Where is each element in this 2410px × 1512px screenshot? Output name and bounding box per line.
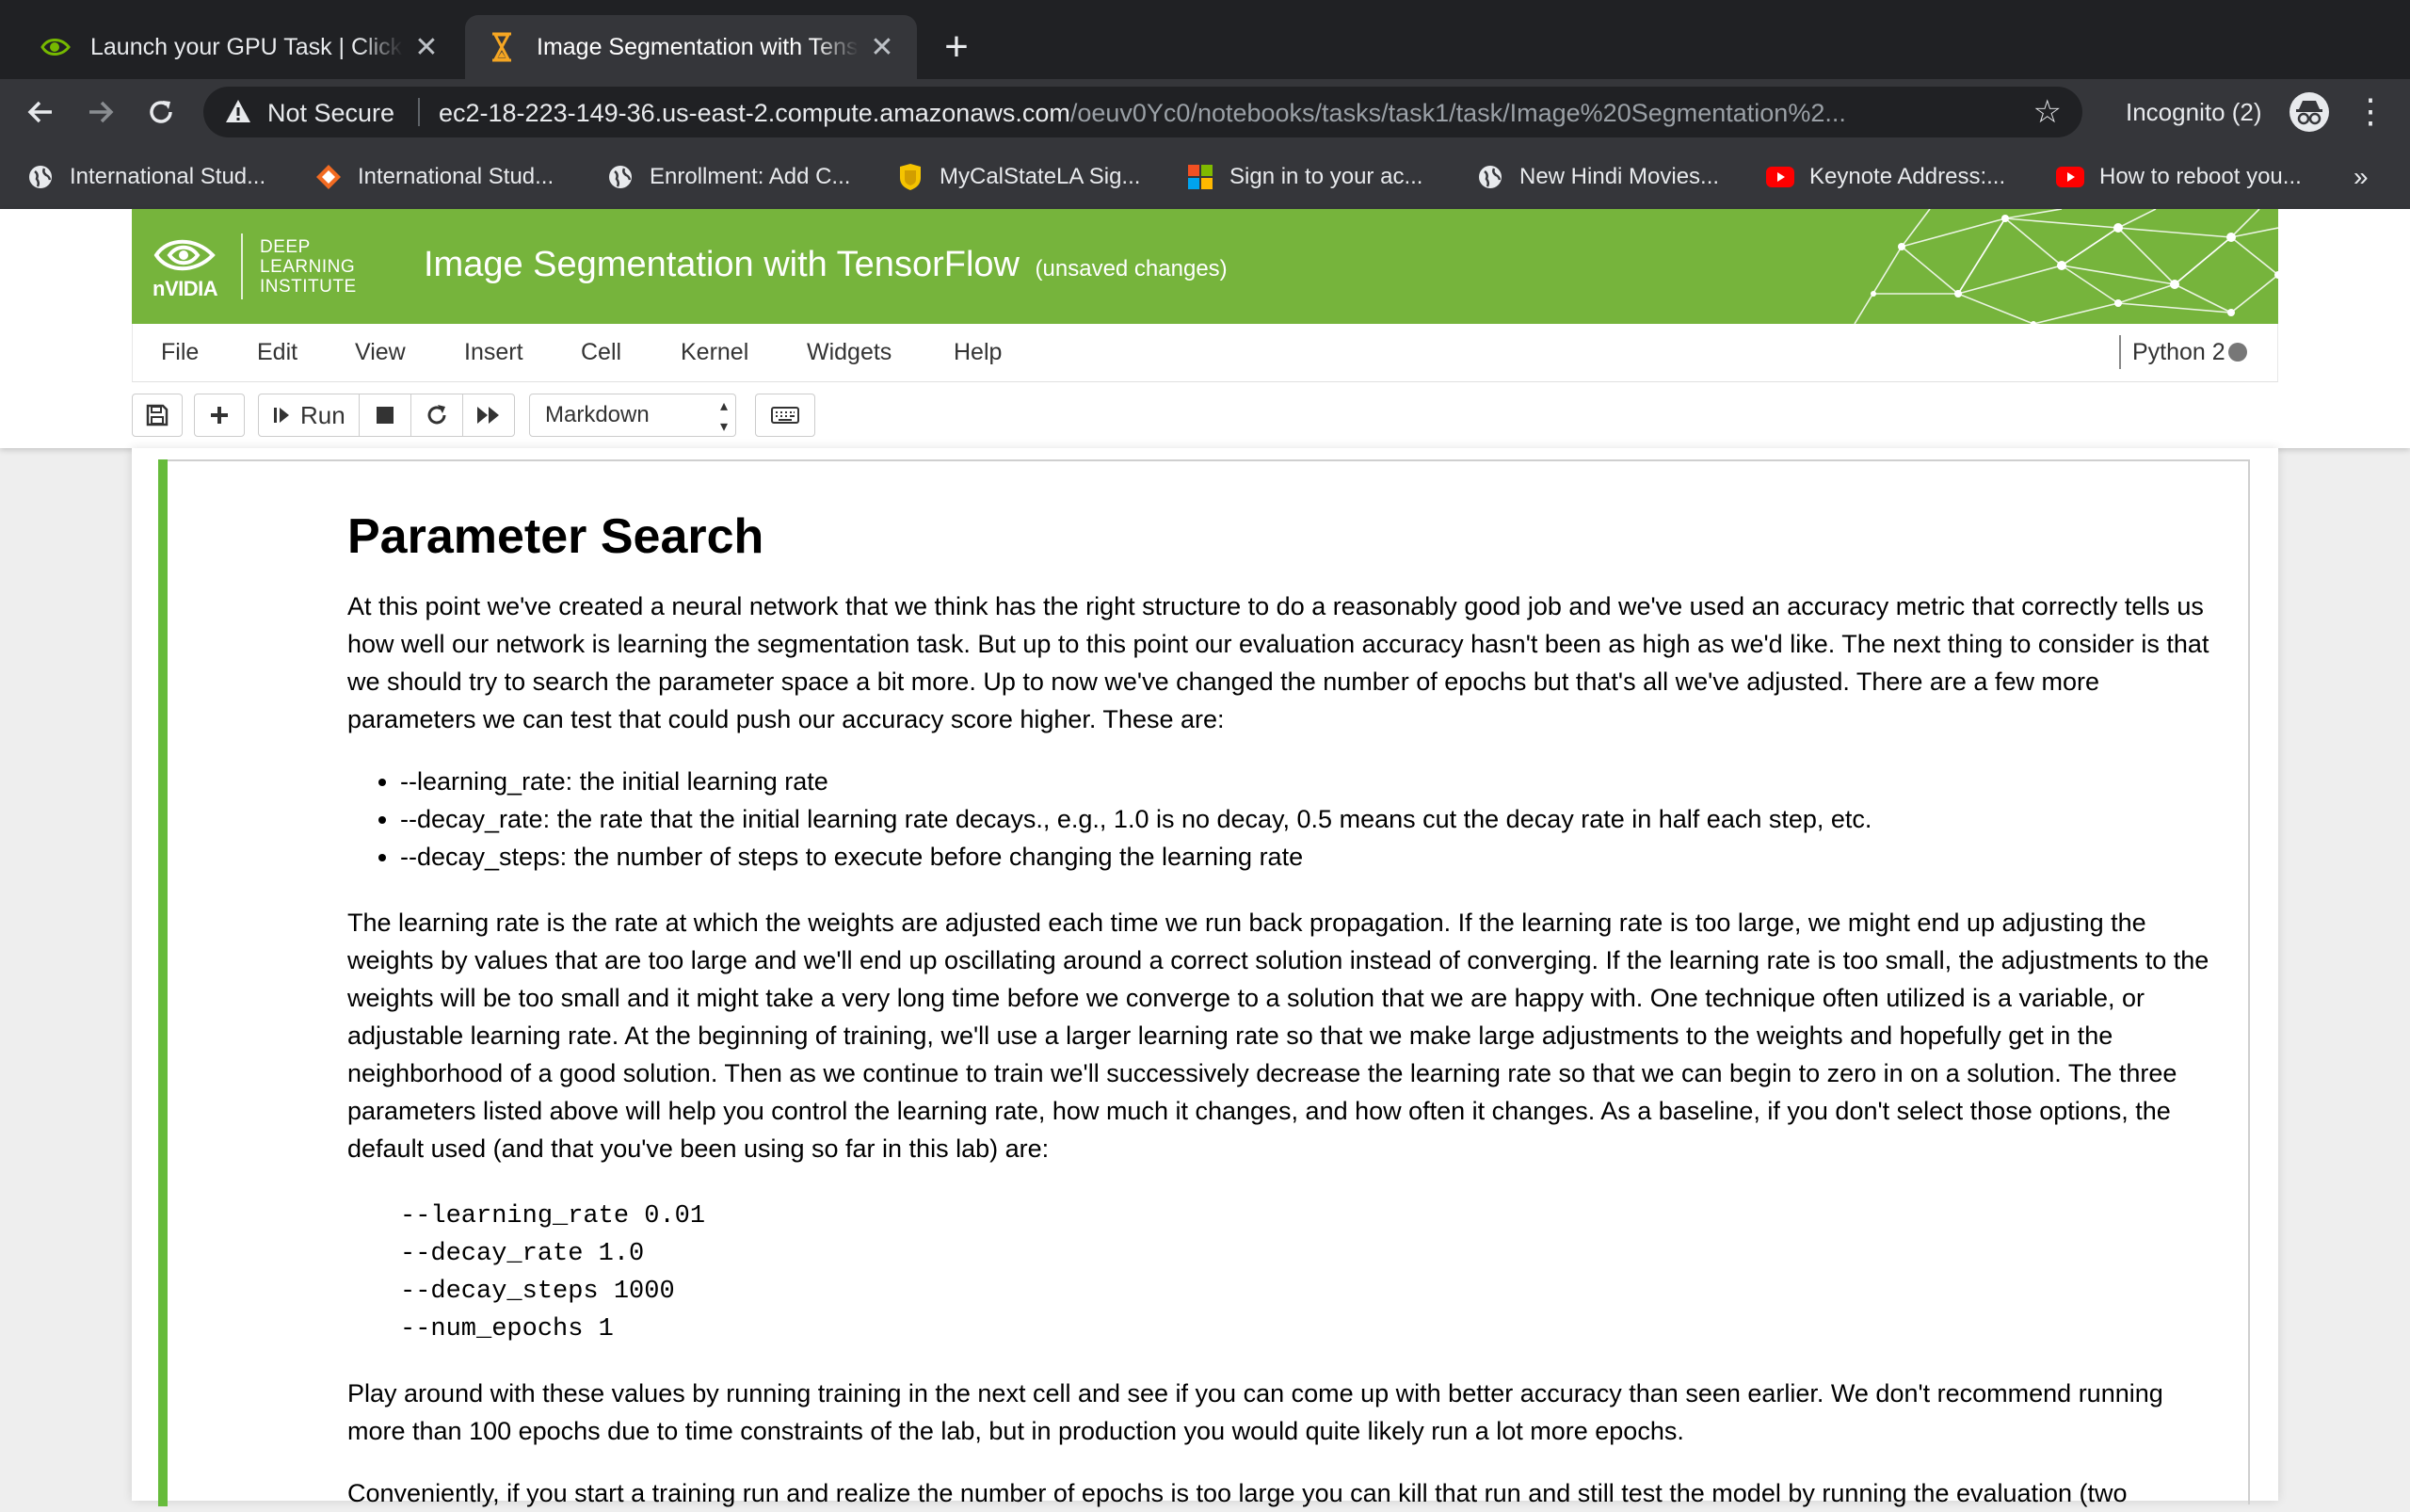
cell-type-value: Markdown [545, 402, 650, 427]
bookmark-item[interactable]: Keynote Address:... [1766, 158, 2005, 196]
forward-arrow-icon[interactable] [79, 90, 122, 134]
menu-file[interactable]: File [161, 339, 199, 366]
menu-widgets[interactable]: Widgets [807, 339, 892, 366]
new-tab-plus-icon[interactable]: + [938, 23, 975, 72]
restart-icon [427, 405, 446, 425]
youtube-icon [2056, 163, 2084, 191]
url-text[interactable]: ec2-18-223-149-36.us-east-2.compute.amaz… [439, 99, 2001, 128]
bookmarks-bar: International Stud... International Stud… [0, 145, 2410, 210]
code-block: --learning_rate 0.01 --decay_rate 1.0 --… [400, 1198, 705, 1348]
hourglass-icon [486, 31, 518, 63]
bookmark-item[interactable]: Enrollment: Add C... [606, 158, 850, 196]
menu-cell[interactable]: Cell [581, 339, 621, 366]
code-line: --decay_steps 1000 [400, 1278, 675, 1306]
insert-cell-button[interactable] [194, 394, 245, 437]
network-graphic [1854, 209, 2278, 324]
fast-forward-icon [477, 407, 499, 424]
paragraph-intro: At this point we've created a neural net… [347, 592, 2209, 733]
kernel-name[interactable]: Python 2 [2119, 335, 2225, 369]
keyboard-icon [771, 407, 799, 424]
bookmark-item[interactable]: How to reboot you... [2056, 158, 2302, 196]
paragraph-play-around: Play around with these values by running… [347, 1379, 2163, 1445]
nvidia-wordmark: nVIDIA [153, 277, 218, 300]
kernel-status-icon [2228, 343, 2247, 362]
tab-title: Image Segmentation with Tens [537, 33, 859, 60]
floppy-disk-icon [146, 404, 169, 426]
nvidia-icon [40, 31, 72, 63]
notebook-title[interactable]: Image Segmentation with TensorFlow (unsa… [424, 245, 1228, 285]
bookmark-item[interactable]: International Stud... [314, 158, 554, 196]
back-arrow-icon[interactable] [19, 90, 62, 134]
address-bar[interactable]: Not Secure ec2-18-223-149-36.us-east-2.c… [203, 87, 2082, 137]
tab-launch-gpu-task[interactable]: Launch your GPU Task | Click h ✕ [19, 15, 461, 79]
paragraph-conveniently: Conveniently, if you start a training ru… [347, 1479, 2128, 1507]
command-palette-button[interactable] [755, 394, 815, 437]
run-button[interactable]: Run [258, 394, 360, 437]
browser-menu-kebab-icon[interactable]: ⋮ [2354, 90, 2387, 132]
notebook-name: Image Segmentation with TensorFlow [424, 245, 1020, 284]
list-item: --learning_rate: the initial learning ra… [400, 763, 1872, 800]
nvidia-dli-banner: nVIDIA DEEP LEARNING INSTITUTE Image Seg… [132, 209, 2278, 324]
menu-insert[interactable]: Insert [464, 339, 523, 366]
incognito-icon[interactable] [2290, 92, 2329, 132]
reload-icon[interactable] [139, 90, 183, 134]
diamond-logo-icon [314, 163, 343, 191]
microsoft-icon [1186, 163, 1214, 191]
browser-toolbar: Not Secure ec2-18-223-149-36.us-east-2.c… [0, 79, 2410, 145]
bookmark-item[interactable]: MyCalStateLA Sig... [896, 158, 1140, 196]
browser-tab-strip: Launch your GPU Task | Click h ✕ Image S… [0, 0, 2410, 79]
bookmarks-overflow-chevron-icon[interactable]: » [2354, 162, 2369, 192]
list-item: --decay_rate: the rate that the initial … [400, 800, 1872, 838]
jupyter-toolbar: Run Markdown ▴ ▾ [132, 390, 2278, 441]
globe-icon [1476, 163, 1504, 191]
code-line: --num_epochs 1 [400, 1315, 614, 1343]
run-label: Run [300, 400, 345, 429]
omnibox-divider [418, 98, 420, 126]
interrupt-kernel-button[interactable] [359, 394, 411, 437]
parameter-list: --learning_rate: the initial learning ra… [347, 763, 1872, 876]
url-path: /oeuv0Yc0/notebooks/tasks/task1/task/Ima… [1069, 99, 1846, 127]
paragraph-learning-rate: The learning rate is the rate at which t… [347, 909, 2209, 1163]
globe-icon [26, 163, 55, 191]
bookmark-item[interactable]: New Hindi Movies... [1476, 158, 1719, 196]
menu-kernel[interactable]: Kernel [681, 339, 748, 366]
url-host: ec2-18-223-149-36.us-east-2.compute.amaz… [439, 99, 1070, 127]
step-forward-icon [274, 408, 289, 423]
menu-view[interactable]: View [355, 339, 406, 366]
close-tab-icon[interactable]: ✕ [868, 31, 896, 64]
unsaved-indicator: (unsaved changes) [1035, 256, 1228, 281]
select-updown-icon: ▴ ▾ [719, 398, 728, 435]
list-item: --decay_steps: the number of steps to ex… [400, 838, 1872, 876]
globe-icon [606, 163, 635, 191]
not-secure-label[interactable]: Not Secure [267, 99, 394, 128]
cell-selection-bar [158, 459, 168, 1506]
incognito-label[interactable]: Incognito (2) [2126, 98, 2262, 127]
cell-type-select[interactable]: Markdown ▴ ▾ [529, 394, 736, 437]
restart-run-all-button[interactable] [462, 394, 515, 437]
bookmark-item[interactable]: Sign in to your ac... [1186, 158, 1422, 196]
logo-divider [241, 233, 243, 299]
dli-wordmark: DEEP LEARNING INSTITUTE [260, 237, 357, 297]
restart-kernel-button[interactable] [410, 394, 463, 437]
menu-help[interactable]: Help [954, 339, 1002, 366]
bookmark-star-icon[interactable]: ☆ [2033, 93, 2062, 131]
code-line: --decay_rate 1.0 [400, 1240, 645, 1268]
code-line: --learning_rate 0.01 [400, 1202, 706, 1231]
notebook-container: Parameter Search At this point we've cre… [132, 448, 2278, 1507]
tab-title: Launch your GPU Task | Click h [90, 33, 403, 60]
bookmark-item[interactable]: International Stud... [26, 158, 265, 196]
youtube-icon [1766, 163, 1794, 191]
close-tab-icon[interactable]: ✕ [412, 31, 441, 64]
cell-heading: Parameter Search [347, 509, 764, 564]
plus-icon [211, 407, 228, 424]
warning-triangle-icon [224, 97, 252, 130]
save-button[interactable] [132, 394, 183, 437]
stop-icon [377, 407, 394, 424]
shield-logo-icon [896, 163, 924, 191]
jupyter-menubar: File Edit View Insert Cell Kernel Widget… [132, 324, 2278, 382]
menu-edit[interactable]: Edit [257, 339, 297, 366]
markdown-cell-selected[interactable]: Parameter Search At this point we've cre… [158, 459, 2250, 1507]
tab-image-segmentation[interactable]: Image Segmentation with Tens ✕ [465, 15, 917, 79]
